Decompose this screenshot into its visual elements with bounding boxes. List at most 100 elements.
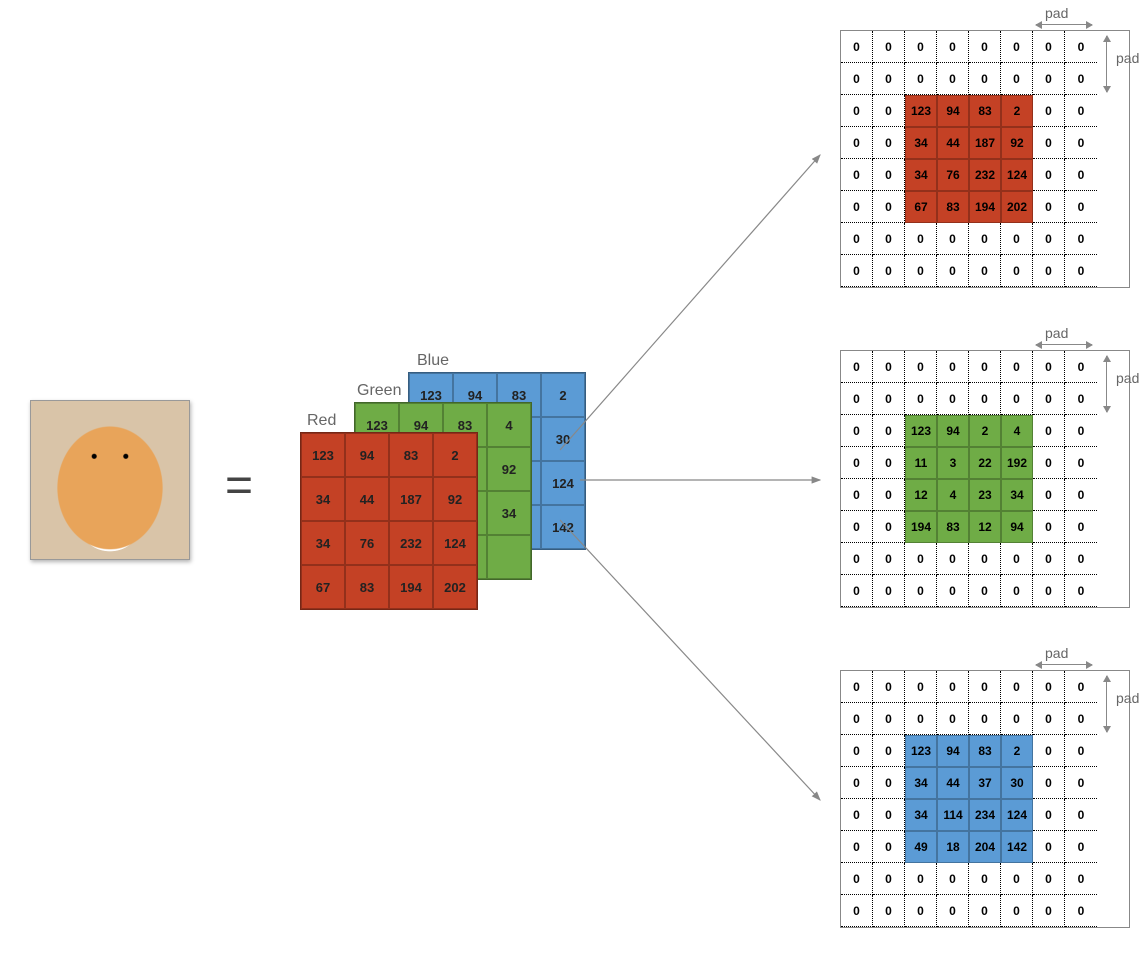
padded-cell: 0 — [1065, 63, 1097, 95]
padded-cell: 0 — [841, 479, 873, 511]
padded-cell: 0 — [873, 255, 905, 287]
matrix-cell: 34 — [487, 491, 531, 535]
padded-cell: 67 — [905, 191, 937, 223]
matrix-cell: 92 — [487, 447, 531, 491]
padded-cell: 0 — [1033, 383, 1065, 415]
padded-cell: 0 — [873, 511, 905, 543]
padded-cell: 0 — [1033, 351, 1065, 383]
matrix-cell: 67 — [301, 565, 345, 609]
padded-cell: 0 — [969, 863, 1001, 895]
matrix-cell: 194 — [389, 565, 433, 609]
padded-cell: 0 — [841, 447, 873, 479]
padded-cell: 0 — [873, 479, 905, 511]
padded-cell: 0 — [969, 31, 1001, 63]
padded-cell: 0 — [841, 31, 873, 63]
matrix-cell: 34 — [301, 521, 345, 565]
padded-cell: 232 — [969, 159, 1001, 191]
padded-cell: 0 — [873, 735, 905, 767]
padded-blue-block: padpad0000000000000000001239483200003444… — [840, 670, 1130, 960]
padded-cell: 0 — [841, 671, 873, 703]
padded-cell: 0 — [873, 191, 905, 223]
padded-cell: 0 — [1065, 159, 1097, 191]
padded-cell: 0 — [937, 63, 969, 95]
padded-cell: 0 — [841, 351, 873, 383]
padded-cell: 124 — [1001, 799, 1033, 831]
padded-grid: 0000000000000000001239483200003444187920… — [840, 30, 1130, 288]
padded-cell: 0 — [905, 863, 937, 895]
padded-cell: 0 — [873, 63, 905, 95]
padded-cell: 0 — [969, 63, 1001, 95]
padded-green-block: padpad0000000000000000001239424000011322… — [840, 350, 1130, 640]
padded-cell: 0 — [1065, 255, 1097, 287]
padded-cell: 49 — [905, 831, 937, 863]
pad-arrow-vertical — [1106, 676, 1107, 732]
padded-cell: 0 — [1001, 31, 1033, 63]
padded-cell: 0 — [1033, 863, 1065, 895]
padded-cell: 0 — [937, 31, 969, 63]
padded-cell: 22 — [969, 447, 1001, 479]
padded-cell: 11 — [905, 447, 937, 479]
padded-cell: 0 — [969, 703, 1001, 735]
padded-cell: 0 — [1065, 351, 1097, 383]
padded-cell: 0 — [1065, 543, 1097, 575]
padded-cell: 0 — [1065, 575, 1097, 607]
padded-cell: 0 — [873, 127, 905, 159]
padded-cell: 0 — [1065, 95, 1097, 127]
padded-cell: 123 — [905, 415, 937, 447]
padded-cell: 0 — [969, 255, 1001, 287]
padded-cell: 0 — [1001, 543, 1033, 575]
padded-cell: 0 — [1033, 735, 1065, 767]
padded-cell: 0 — [1033, 575, 1065, 607]
padded-cell: 0 — [1033, 415, 1065, 447]
padded-cell: 94 — [937, 735, 969, 767]
padded-cell: 123 — [905, 735, 937, 767]
pad-label-vertical: pad — [1116, 370, 1139, 386]
padded-cell: 0 — [841, 127, 873, 159]
padded-cell: 0 — [1033, 159, 1065, 191]
padded-cell: 34 — [905, 767, 937, 799]
padded-cell: 34 — [1001, 479, 1033, 511]
padded-cell: 0 — [969, 671, 1001, 703]
matrix-cell: 83 — [389, 433, 433, 477]
matrix-cell: 2 — [433, 433, 477, 477]
input-image — [30, 400, 190, 560]
padded-cell: 0 — [969, 351, 1001, 383]
matrix-cell: 94 — [345, 433, 389, 477]
padded-cell: 0 — [1065, 863, 1097, 895]
matrix-cell: 76 — [345, 521, 389, 565]
padded-cell: 0 — [1065, 415, 1097, 447]
matrix-cell: 187 — [389, 477, 433, 521]
padded-cell: 0 — [841, 895, 873, 927]
padded-cell: 0 — [937, 575, 969, 607]
matrix-cell: 30 — [541, 417, 585, 461]
padded-cell: 0 — [1033, 191, 1065, 223]
matrix-cell: 232 — [389, 521, 433, 565]
padded-cell: 0 — [873, 703, 905, 735]
padded-cell: 0 — [1001, 383, 1033, 415]
padded-cell: 0 — [1065, 895, 1097, 927]
padded-cell: 0 — [905, 351, 937, 383]
padded-cell: 0 — [937, 351, 969, 383]
padded-cell: 0 — [1001, 863, 1033, 895]
pad-label-horizontal: pad — [1045, 325, 1068, 341]
padded-cell: 0 — [905, 895, 937, 927]
padded-cell: 0 — [873, 223, 905, 255]
matrix-cell: 124 — [541, 461, 585, 505]
padded-cell: 0 — [1001, 671, 1033, 703]
pad-arrow-horizontal — [1036, 24, 1092, 25]
padded-cell: 94 — [1001, 511, 1033, 543]
pad-arrow-vertical — [1106, 356, 1107, 412]
padded-grid: 0000000000000000001239483200003444373000… — [840, 670, 1130, 928]
padded-cell: 0 — [841, 383, 873, 415]
padded-cell: 3 — [937, 447, 969, 479]
padded-cell: 0 — [841, 863, 873, 895]
padded-cell: 0 — [1033, 223, 1065, 255]
padded-cell: 234 — [969, 799, 1001, 831]
padded-cell: 92 — [1001, 127, 1033, 159]
pad-arrow-horizontal — [1036, 344, 1092, 345]
pad-label-vertical: pad — [1116, 50, 1139, 66]
matrix-cell: 123 — [301, 433, 345, 477]
padded-cell: 0 — [873, 895, 905, 927]
padded-cell: 0 — [1001, 255, 1033, 287]
padded-cell: 0 — [1065, 447, 1097, 479]
